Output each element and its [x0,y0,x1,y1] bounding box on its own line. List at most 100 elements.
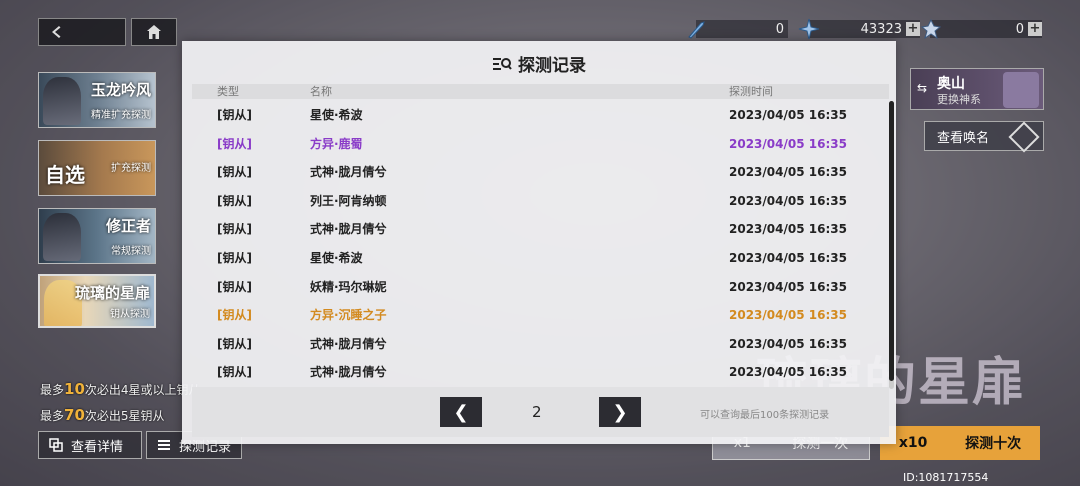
column-type: 类型 [217,85,239,98]
record-name: 列王·阿肯纳顿 [310,193,387,208]
view-summon-name-button[interactable]: 查看唤名 [924,121,1044,153]
character-portrait [43,77,81,125]
chevron-left-icon [52,26,61,38]
banner-subtitle: 钥从探测 [110,309,150,320]
swap-icon: ⇆ [917,81,928,95]
record-time: 2023/04/05 16:35 [729,336,847,351]
change-god-system-label: 更换神系 [937,93,981,106]
add-star-shard-button[interactable]: + [906,22,920,36]
banner-title: 琉璃的星扉 [74,284,150,302]
record-name: 式神·胧月倩兮 [310,365,387,380]
draw-ten-label: 探测十次 [965,436,1022,452]
record-type: [钥从] [217,136,252,151]
currency-star-shard-value: 43323 [860,21,902,37]
draw-ten-button[interactable]: x10 探测十次 [880,426,1040,460]
banner-title: 玉龙吟风 [90,81,151,99]
record-time: 2023/04/05 16:35 [729,222,847,237]
record-type: [钥从] [217,336,252,351]
table-row[interactable]: [钥从] 列王·阿肯纳顿 2023/04/05 16:35 [192,187,882,215]
record-time: 2023/04/05 16:35 [729,193,847,208]
star-shard-icon [798,18,820,40]
record-name: 式神·胧月倩兮 [310,165,387,180]
record-time: 2023/04/05 16:35 [729,365,847,380]
pagination-bar: ❮ 2 ❯ 可以查询最后100条探测记录 [192,387,889,437]
view-details-label: 查看详情 [71,439,124,455]
table-row[interactable]: [钥从] 式神·胧月倩兮 2023/04/05 16:35 [192,215,882,243]
record-type: [钥从] [217,165,252,180]
prev-page-button[interactable]: ❮ [440,397,482,427]
table-row[interactable]: [钥从] 方异·鹿蜀 2023/04/05 16:35 [192,130,882,158]
scrollbar-thumb[interactable] [889,101,894,381]
record-name: 式神·胧月倩兮 [310,336,387,351]
pity-rule-5star: 最多70次必出5星钥从 [40,406,165,424]
banner-subtitle: 扩充探测 [111,163,151,174]
record-name: 式神·胧月倩兮 [310,222,387,237]
banner-subtitle: 常规探测 [111,246,151,257]
dialog-title: 探测记录 [182,51,896,76]
table-row[interactable]: [钥从] 方异·沉睡之子 2023/04/05 16:35 [192,301,882,329]
currency-key: 0 [688,20,788,39]
record-time: 2023/04/05 16:35 [729,251,847,265]
god-emblem-icon [1003,72,1039,108]
eye-sigil-icon [1008,121,1040,153]
list-icon [158,440,170,450]
record-type: [钥从] [217,108,252,122]
home-button[interactable] [131,18,177,46]
crystal-icon [920,18,942,40]
table-row[interactable]: [钥从] 式神·胧月倩兮 2023/04/05 16:35 [192,158,882,186]
record-type: [钥从] [217,308,252,323]
god-name: 奥山 [937,76,965,92]
table-header: 类型 名称 探测时间 [192,84,889,99]
record-type: [钥从] [217,279,252,294]
dialog-title-text: 探测记录 [518,56,586,76]
record-name: 方异·鹿蜀 [310,136,363,151]
currency-crystal: 0 + [920,18,1042,40]
table-row[interactable]: [钥从] 式神·胧月倩兮 2023/04/05 16:35 [192,358,882,386]
table-row[interactable]: [钥从] 星使·希波 2023/04/05 16:35 [192,101,882,129]
banner-glass-star-door[interactable]: 琉璃的星扉 钥从探测 [38,274,156,328]
draw-records-dialog: 探测记录 类型 名称 探测时间 [钥从] 星使·希波 2023/04/05 16:3… [182,41,896,444]
god-system-panel[interactable]: ⇆ 奥山 更换神系 [910,68,1044,110]
add-crystal-button[interactable]: + [1028,22,1042,36]
view-details-button[interactable]: 查看详情 [38,431,142,459]
record-time: 2023/04/05 16:35 [729,108,847,122]
record-name: 妖精·玛尔琳妮 [310,279,387,294]
record-name: 星使·希波 [310,108,363,122]
banner-title: 修正者 [105,217,151,235]
summon-label: 查看唤名 [937,130,990,146]
character-portrait [43,213,81,261]
banner-custom[interactable]: 自选 扩充探测 [38,140,156,196]
banner-jade-dragon[interactable]: 玉龙吟风 精准扩充探测 [38,72,156,128]
rule-number: 10 [64,380,85,398]
record-time: 2023/04/05 16:35 [729,279,847,294]
pity-rule-4star: 最多10次必出4星或以上钥从 [40,380,201,398]
banner-subtitle: 精准扩充探测 [91,110,151,121]
rule-text: 最多 [40,383,65,397]
rule-text: 最多 [40,409,65,423]
record-type: [钥从] [217,251,252,265]
rule-text: 次必出5星钥从 [84,409,165,423]
page-number: 2 [532,403,542,421]
record-type: [钥从] [217,365,252,380]
record-type: [钥从] [217,193,252,208]
record-time: 2023/04/05 16:35 [729,136,847,151]
record-time: 2023/04/05 16:35 [729,308,847,323]
records-limit-note: 可以查询最后100条探测记录 [700,410,830,421]
record-name: 方异·沉睡之子 [310,308,387,323]
draw-ten-count: x10 [898,435,928,451]
back-button[interactable] [38,18,126,46]
table-row[interactable]: [钥从] 星使·希波 2023/04/05 16:35 [192,244,882,272]
table-row[interactable]: [钥从] 妖精·玛尔琳妮 2023/04/05 16:35 [192,273,882,301]
record-search-icon [493,57,512,70]
banner-title: 自选 [45,163,85,187]
scrollbar[interactable] [889,101,894,389]
table-row[interactable]: [钥从] 式神·胧月倩兮 2023/04/05 16:35 [192,330,882,358]
key-icon [688,21,705,39]
record-time: 2023/04/05 16:35 [729,165,847,180]
banner-corrector[interactable]: 修正者 常规探测 [38,208,156,264]
column-time: 探测时间 [729,85,773,98]
user-id: ID:1081717554 [903,471,989,484]
next-page-button[interactable]: ❯ [599,397,641,427]
home-icon [147,25,161,39]
rule-number: 70 [64,406,85,424]
